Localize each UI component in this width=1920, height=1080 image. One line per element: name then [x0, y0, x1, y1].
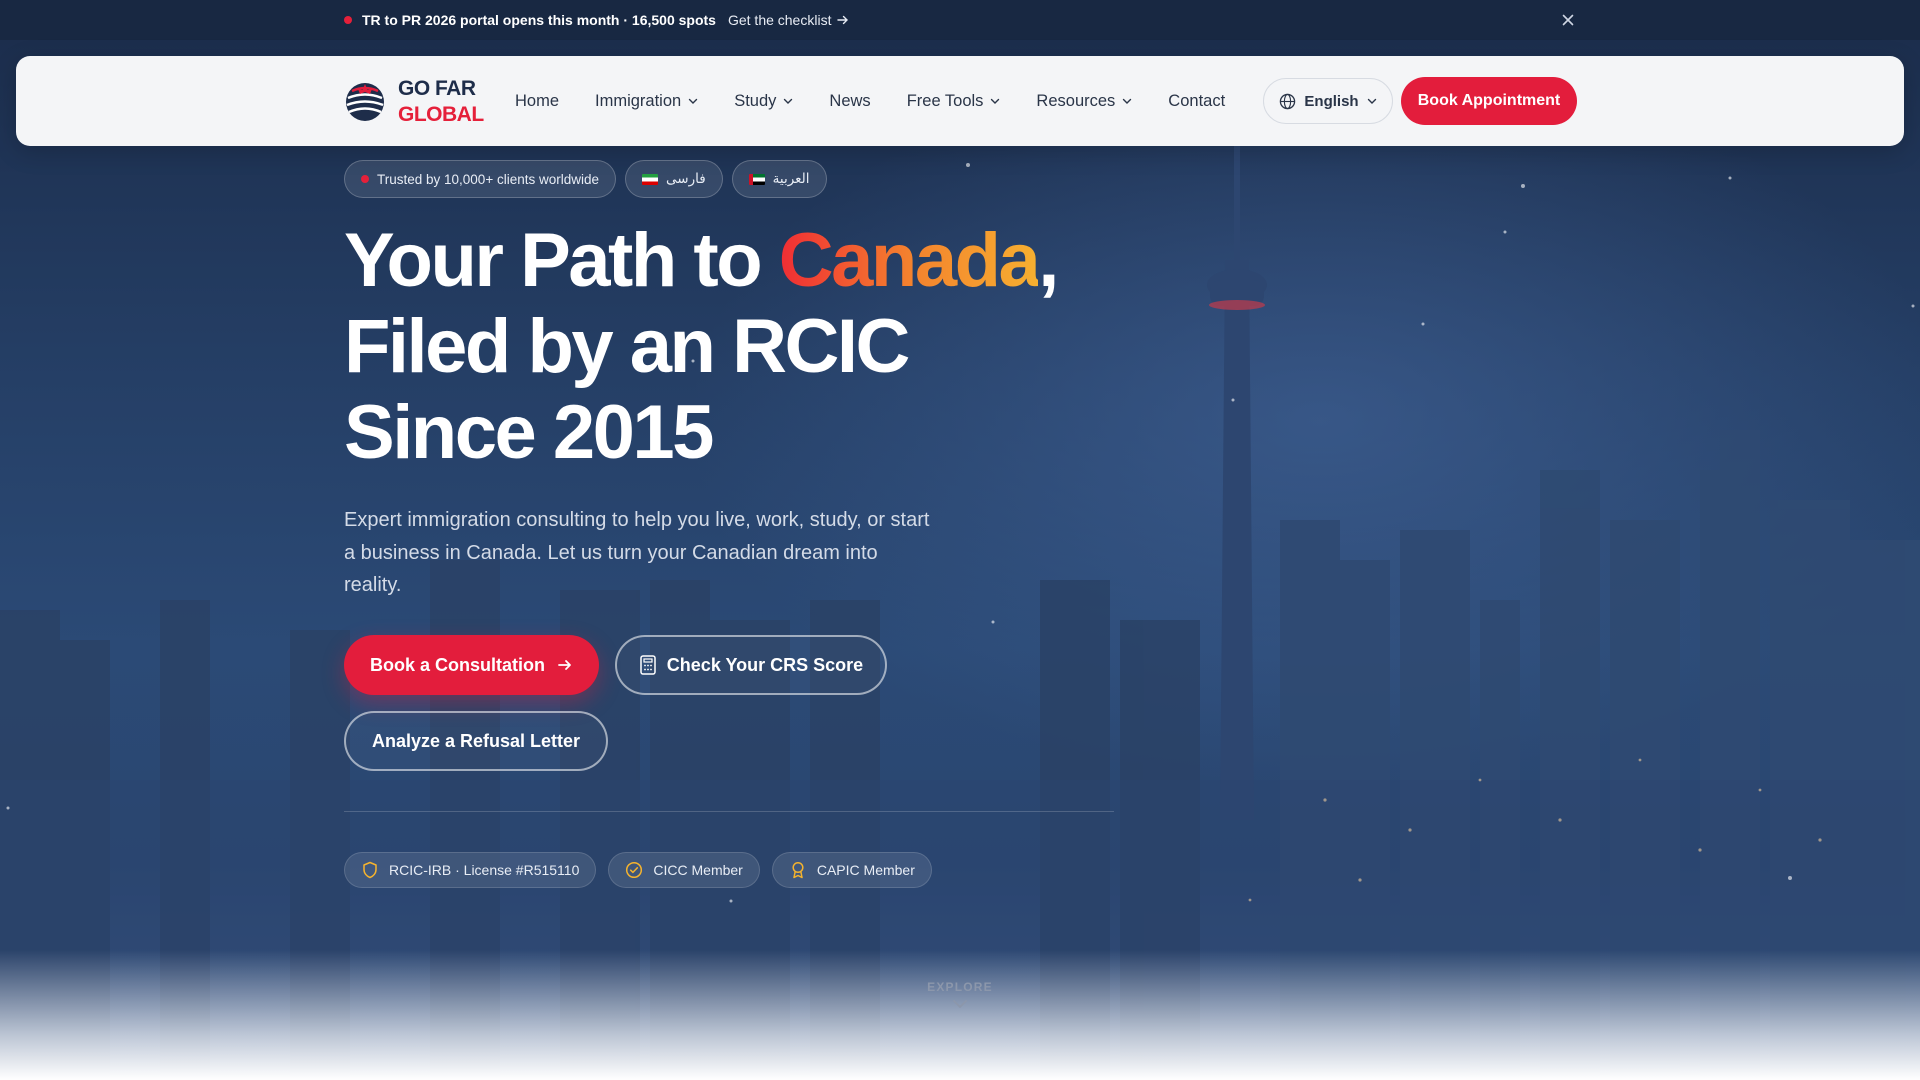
chevron-down-icon — [953, 1000, 967, 1008]
announcement-bar: TR to PR 2026 portal opens this month · … — [0, 0, 1920, 40]
nav-item-contact[interactable]: Contact — [1168, 92, 1225, 111]
language-pill-farsi[interactable]: فارسی — [625, 160, 723, 198]
hero-bottom-fade — [0, 950, 1920, 1080]
live-dot-icon — [344, 16, 352, 24]
headline-accent-canada: Canada — [778, 218, 1041, 303]
checklist-link[interactable]: Get the checklist — [728, 12, 850, 28]
arrow-right-icon — [558, 660, 571, 670]
nav-item-label: Study — [734, 91, 777, 110]
trust-pill-label: Trusted by 10,000+ clients worldwide — [377, 171, 599, 187]
credential-badges: RCIC-IRB · License #R515110 CICC Member … — [344, 852, 932, 888]
nav-item-label: Free Tools — [906, 91, 984, 110]
close-announcement-button[interactable] — [1558, 10, 1578, 30]
hero-pills: Trusted by 10,000+ clients worldwide فار… — [344, 160, 827, 198]
language-label: English — [1304, 92, 1359, 110]
language-pill-arabic[interactable]: العربية — [731, 160, 827, 198]
nav-item-news[interactable]: News — [829, 92, 870, 111]
explore-scroll-hint[interactable]: EXPLORE — [900, 980, 1020, 1015]
chevron-down-icon — [1123, 98, 1132, 104]
check-circle-icon — [626, 861, 643, 879]
nav-item-label: Immigration — [595, 91, 682, 110]
badge-cicc: CICC Member — [608, 852, 760, 888]
nav-item-immigration[interactable]: Immigration — [595, 92, 698, 111]
badge-label: RCIC-IRB · License #R515110 — [389, 862, 580, 878]
headline-text-start: Your Path to — [344, 218, 779, 303]
nav-item-label: Home — [515, 91, 560, 110]
arrow-right-icon — [837, 15, 849, 25]
language-pill-label: العربية — [772, 171, 810, 186]
badge-rcic-irb: RCIC-IRB · License #R515110 — [344, 852, 597, 888]
close-icon — [1562, 14, 1574, 26]
toronto-skyline-image — [0, 140, 1920, 1080]
explore-label: EXPLORE — [927, 980, 993, 994]
badge-label: CAPIC Member — [816, 862, 915, 878]
logo[interactable]: GO FAR GLOBAL — [344, 76, 484, 128]
chevron-down-icon — [784, 98, 793, 104]
badge-label: CICC Member — [653, 862, 743, 878]
hero-subtext: Expert immigration consulting to help yo… — [344, 509, 930, 596]
main-navbar: GO FAR GLOBAL Home Immigration Study New… — [16, 56, 1904, 146]
language-selector[interactable]: English — [1263, 78, 1393, 124]
language-pill-label: فارسی — [666, 171, 706, 186]
hero-headline: Your Path to Canada, Filed by an RCIC Si… — [344, 218, 1104, 476]
book-appointment-button[interactable]: Book Appointment — [1401, 77, 1577, 125]
badge-capic: CAPIC Member — [771, 852, 932, 888]
calculator-icon — [640, 655, 656, 675]
award-icon — [792, 861, 804, 879]
check-crs-score-button[interactable]: Check Your CRS Score — [615, 635, 887, 695]
nav-item-label: News — [829, 91, 871, 110]
chevron-down-icon — [991, 98, 1000, 104]
hero-cta-row: Book a Consultation Check Your CRS Score — [344, 635, 887, 695]
shield-icon — [363, 861, 377, 879]
globe-icon — [1280, 93, 1296, 109]
chevron-down-icon — [1367, 98, 1376, 104]
globe-logo-icon — [346, 83, 384, 121]
book-consultation-button[interactable]: Book a Consultation — [344, 635, 599, 695]
logo-text-top: GO FAR — [398, 77, 476, 100]
nav-item-free-tools[interactable]: Free Tools — [907, 92, 1001, 111]
analyze-refusal-letter-button[interactable]: Analyze a Refusal Letter — [344, 711, 608, 771]
nav-item-home[interactable]: Home — [515, 92, 559, 111]
check-crs-score-label: Check Your CRS Score — [666, 654, 864, 675]
nav-item-study[interactable]: Study — [734, 92, 793, 111]
logo-text-bottom: GLOBAL — [398, 103, 484, 126]
trust-pill: Trusted by 10,000+ clients worldwide — [344, 160, 616, 198]
checklist-link-label: Get the checklist — [727, 12, 832, 28]
nav-item-resources[interactable]: Resources — [1036, 92, 1132, 111]
announcement-text: TR to PR 2026 portal opens this month · … — [362, 12, 716, 28]
chevron-down-icon — [689, 98, 698, 104]
nav-item-label: Resources — [1036, 91, 1116, 110]
nav-item-label: Contact — [1168, 91, 1226, 110]
nav-links: Home Immigration Study News Free Tools R… — [515, 56, 1261, 146]
iran-flag-icon — [642, 173, 658, 185]
hero-divider — [344, 811, 1114, 812]
status-dot-icon — [361, 175, 369, 183]
book-consultation-label: Book a Consultation — [370, 654, 545, 675]
uae-flag-icon — [748, 173, 765, 185]
